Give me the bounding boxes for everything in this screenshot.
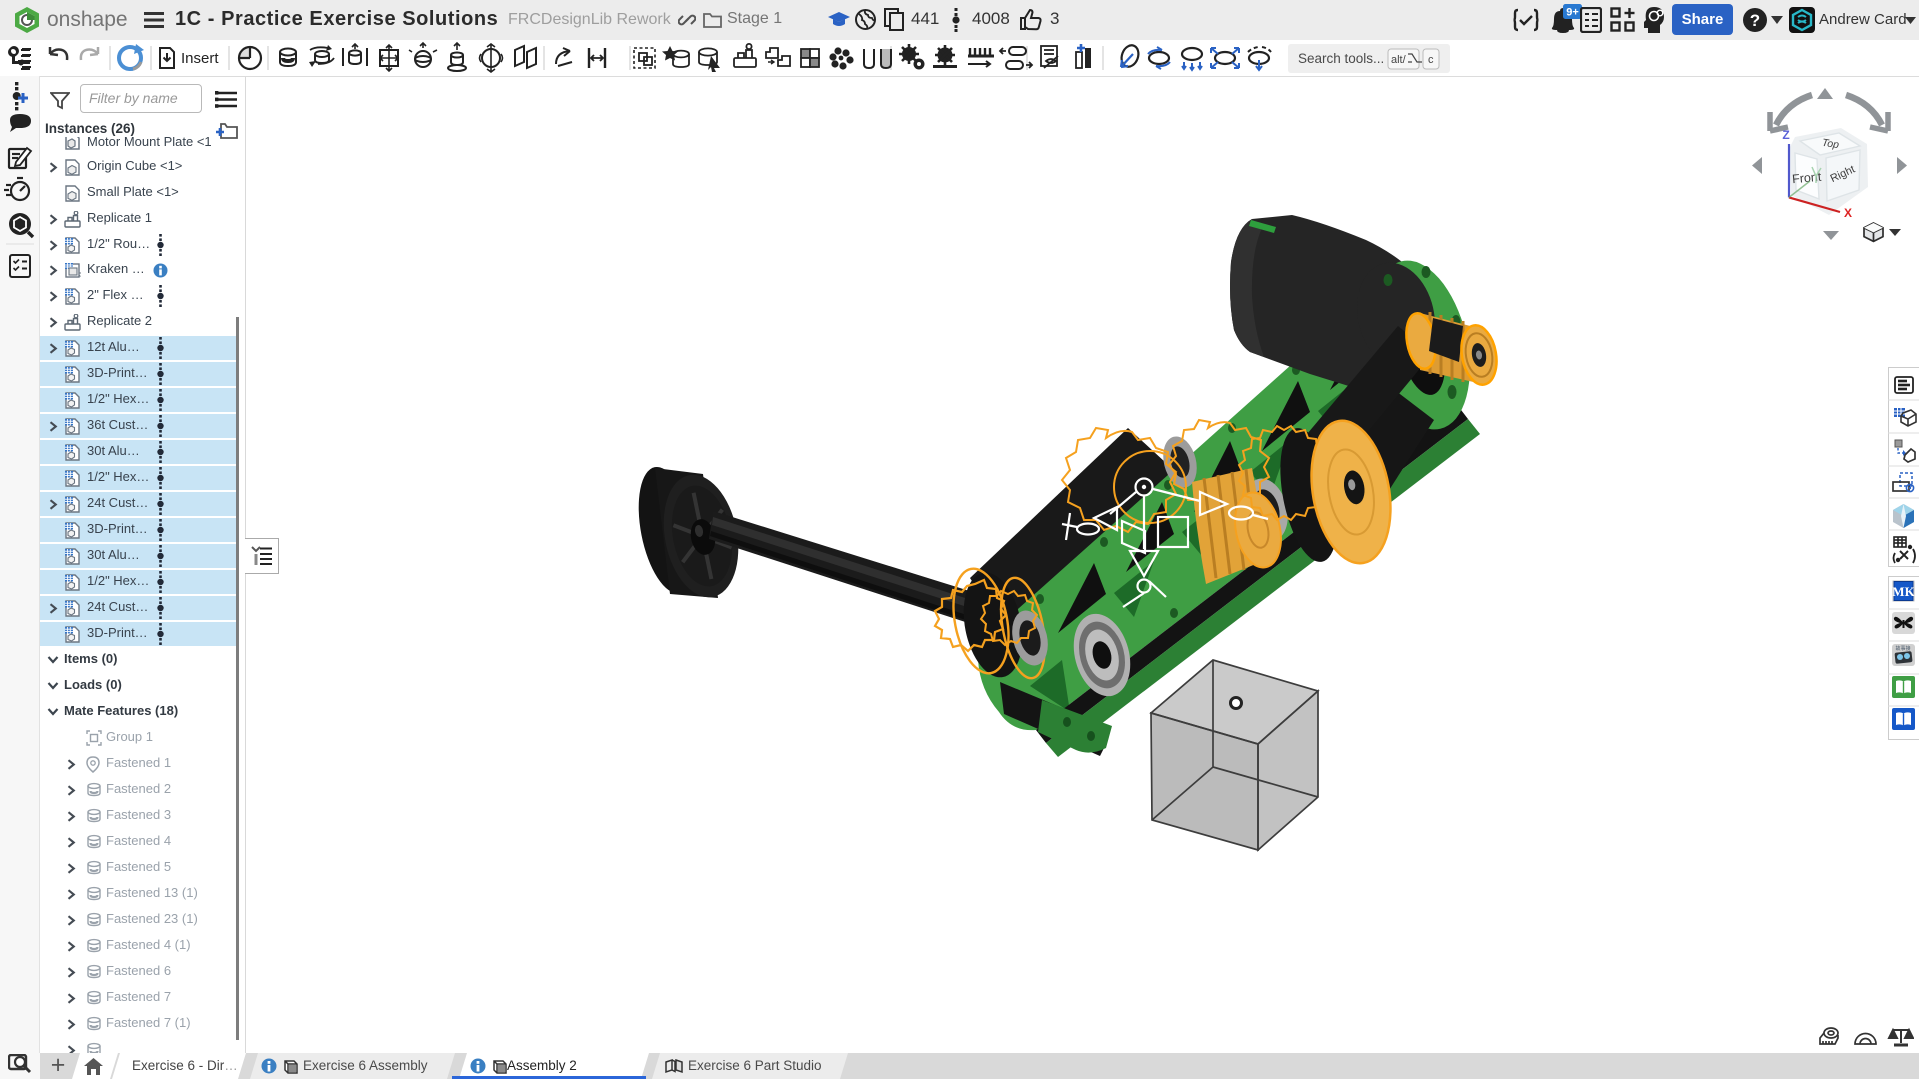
svg-text:Search tools...: Search tools... [1298,51,1384,66]
svg-text:9+: 9+ [1566,7,1579,19]
svg-text:alt/: alt/ [1391,54,1407,66]
svg-text:?: ? [1750,11,1760,30]
svg-text:c: c [1428,54,1434,66]
svg-text:MK: MK [1892,584,1915,599]
svg-text:X: X [1844,206,1852,220]
svg-text:故事接: 故事接 [1895,645,1910,652]
svg-text:Z: Z [1782,128,1789,142]
